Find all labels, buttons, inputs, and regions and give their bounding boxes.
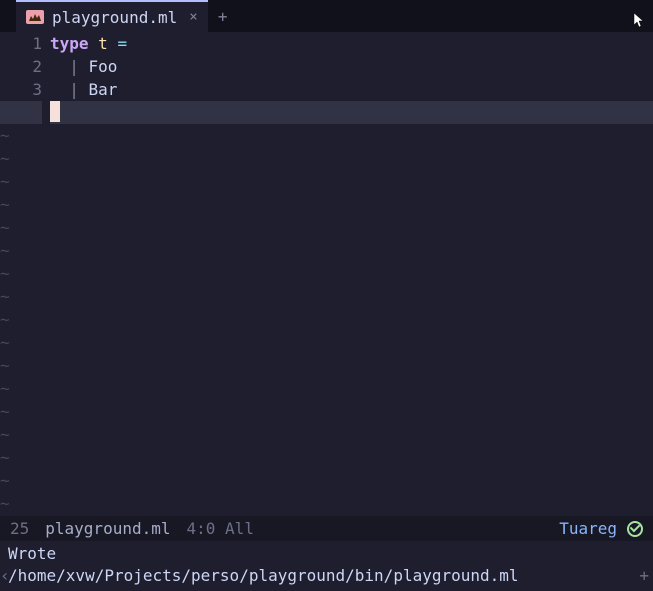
minibuffer-line-2: /home/xvw/Projects/perso/playground/bin/… xyxy=(8,565,645,587)
mode-line: 25 playground.ml 4:0 All Tuareg xyxy=(0,516,653,541)
tab-label: playground.ml xyxy=(52,8,177,27)
tilde-icon: ~ xyxy=(0,492,12,515)
line-number: 1 xyxy=(0,32,42,55)
truncation-right-icon: + xyxy=(639,565,649,587)
tilde-icon: ~ xyxy=(0,308,12,331)
tilde-icon: ~ xyxy=(0,193,12,216)
tilde-icon: ~ xyxy=(0,354,12,377)
minibuffer-line-1: Wrote xyxy=(8,543,645,565)
tab-bar: playground.ml × + xyxy=(0,0,653,32)
major-mode: Tuareg xyxy=(559,519,617,538)
mouse-cursor-icon xyxy=(633,12,645,32)
camel-icon xyxy=(26,10,44,24)
tilde-icon: ~ xyxy=(0,400,12,423)
code-line-current[interactable] xyxy=(50,101,653,124)
empty-line-tildes: ~~~~~~~~~~~~~~~~~~ xyxy=(0,124,12,516)
tilde-icon: ~ xyxy=(0,446,12,469)
tilde-icon: ~ xyxy=(0,239,12,262)
tilde-icon: ~ xyxy=(0,423,12,446)
tilde-icon: ~ xyxy=(0,216,12,239)
code-line[interactable]: | Foo xyxy=(50,55,653,78)
new-tab-button[interactable]: + xyxy=(208,0,238,32)
tilde-icon: ~ xyxy=(0,515,12,516)
truncation-left-icon: ‹ xyxy=(0,565,10,587)
tab-bar-leading xyxy=(0,0,16,32)
block-cursor xyxy=(50,101,60,122)
tilde-icon: ~ xyxy=(0,124,12,147)
buffer-name: playground.ml xyxy=(45,519,170,538)
tilde-icon: ~ xyxy=(0,147,12,170)
editor-area[interactable]: ~~~~~~~~~~~~~~~~~~ 123 type t = | Foo | … xyxy=(0,32,653,516)
tilde-icon: ~ xyxy=(0,285,12,308)
code-line[interactable]: type t = xyxy=(50,32,653,55)
editor-window: playground.ml × + ~~~~~~~~~~~~~~~~~~ 123… xyxy=(0,0,653,591)
code-line[interactable]: | Bar xyxy=(50,78,653,101)
line-number: 2 xyxy=(0,55,42,78)
check-ok-icon xyxy=(627,521,643,537)
close-icon[interactable]: × xyxy=(189,9,197,25)
line-count: 25 xyxy=(10,519,29,538)
line-number: 3 xyxy=(0,78,42,101)
tilde-icon: ~ xyxy=(0,262,12,285)
code-content[interactable]: type t = | Foo | Bar xyxy=(50,32,653,516)
tilde-icon: ~ xyxy=(0,469,12,492)
cursor-position: 4:0 All xyxy=(187,519,254,538)
line-number xyxy=(0,101,42,124)
tab-active[interactable]: playground.ml × xyxy=(16,0,208,32)
tilde-icon: ~ xyxy=(0,377,12,400)
tilde-icon: ~ xyxy=(0,331,12,354)
minibuffer: Wrote /home/xvw/Projects/perso/playgroun… xyxy=(0,541,653,591)
tilde-icon: ~ xyxy=(0,170,12,193)
